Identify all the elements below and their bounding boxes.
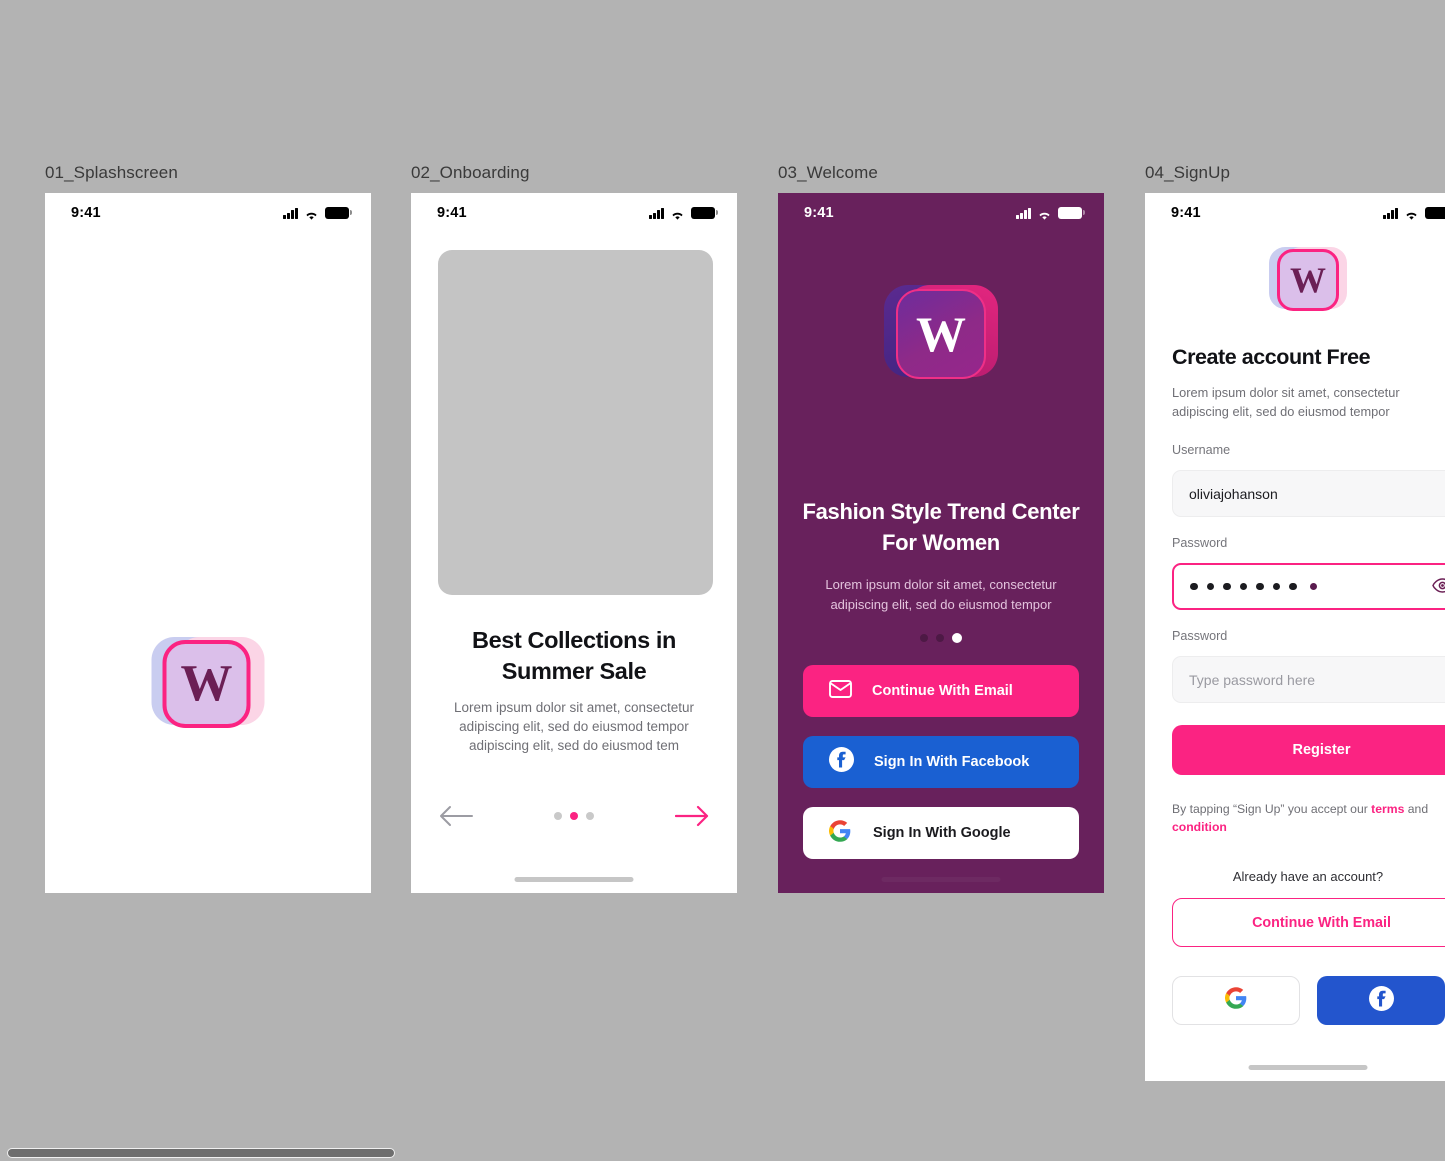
home-indicator [881, 877, 1001, 882]
app-logo: W [1269, 247, 1347, 313]
phone-frame-onboarding: 9:41 Best Collections in Summer Sale Lor… [411, 193, 737, 893]
terms-prefix: By tapping “Sign Up” you accept our [1172, 802, 1372, 816]
welcome-title: Fashion Style Trend Center For Women [802, 499, 1080, 555]
status-time: 9:41 [71, 205, 101, 221]
logo-letter: W [916, 306, 966, 362]
status-icons [649, 207, 718, 220]
arrow-right-icon[interactable] [674, 805, 709, 827]
home-indicator [514, 877, 634, 882]
continue-with-email-button[interactable]: Continue With Email [1172, 898, 1445, 947]
register-button[interactable]: Register [1172, 725, 1445, 775]
button-label: Register [1292, 742, 1351, 758]
cellular-signal-icon [283, 207, 298, 219]
google-icon [829, 819, 851, 847]
onboarding-illustration-placeholder [438, 250, 713, 595]
terms-link[interactable]: terms [1371, 802, 1404, 816]
status-icons [283, 207, 352, 220]
terms-text: By tapping “Sign Up” you accept our term… [1172, 800, 1445, 836]
phone-frame-signup: 9:41 W Create account Free Lorem ipsum d… [1145, 193, 1445, 1081]
cellular-signal-icon [1016, 207, 1031, 219]
welcome-page-dots [778, 633, 1104, 643]
password-masked-value [1190, 582, 1317, 591]
button-label: Continue With Email [872, 683, 1013, 699]
home-indicator [1248, 1065, 1368, 1070]
confirm-password-input[interactable]: Type password here [1172, 656, 1445, 703]
onboarding-page-dots [554, 812, 594, 820]
phone-frame-splashscreen: 9:41 W Fashion Store App v1.0.0 [45, 193, 371, 893]
cellular-signal-icon [649, 207, 664, 219]
button-label: Continue With Email [1252, 914, 1391, 931]
frame-label-splashscreen: 01_Splashscreen [45, 163, 178, 182]
battery-icon [1058, 207, 1085, 219]
onboarding-body: Lorem ipsum dolor sit amet, consectetur … [453, 700, 695, 753]
status-bar: 9:41 [1145, 193, 1445, 233]
page-dot-active[interactable] [570, 812, 578, 820]
facebook-icon [1368, 985, 1394, 1016]
frame-label-onboarding: 02_Onboarding [411, 163, 530, 182]
status-icons [1016, 207, 1085, 220]
password-label: Password [1172, 536, 1228, 550]
status-bar: 9:41 [778, 193, 1104, 233]
scrollbar-thumb[interactable] [7, 1148, 395, 1158]
password-input[interactable] [1172, 563, 1445, 610]
battery-icon [1425, 207, 1445, 219]
wifi-icon [304, 208, 319, 220]
status-bar: 9:41 [411, 193, 737, 233]
username-value: oliviajohanson [1189, 485, 1278, 502]
status-time: 9:41 [1171, 205, 1201, 221]
status-icons [1383, 207, 1445, 220]
frame-label-signup: 04_SignUp [1145, 163, 1231, 182]
terms-middle: and [1404, 802, 1429, 816]
sign-in-with-google-button[interactable]: Sign In With Google [803, 807, 1079, 859]
text-caret [1309, 582, 1317, 591]
google-icon [1225, 987, 1247, 1014]
app-logo: W [884, 285, 998, 381]
onboarding-nav-row [439, 805, 709, 827]
facebook-login-button[interactable] [1317, 976, 1445, 1025]
welcome-body: Lorem ipsum dolor sit amet, consectetur … [825, 577, 1057, 612]
design-canvas: 01_Splashscreen 9:41 W Fashion Store App… [0, 0, 1445, 1145]
page-dot[interactable] [554, 812, 562, 820]
wifi-icon [1404, 208, 1419, 220]
page-subtitle: Lorem ipsum dolor sit amet, consectetur … [1172, 385, 1400, 419]
social-login-row [1172, 976, 1445, 1025]
status-time: 9:41 [804, 205, 834, 221]
condition-link[interactable]: condition [1172, 820, 1227, 834]
continue-with-email-button[interactable]: Continue With Email [803, 665, 1079, 717]
button-label: Sign In With Google [873, 825, 1011, 841]
envelope-icon [829, 679, 852, 703]
logo-letter: W [180, 655, 233, 712]
status-bar: 9:41 [45, 193, 371, 233]
confirm-password-placeholder: Type password here [1189, 671, 1316, 688]
button-label: Sign In With Facebook [874, 754, 1030, 770]
cellular-signal-icon [1383, 207, 1398, 219]
wifi-icon [670, 208, 685, 220]
battery-icon [325, 207, 352, 219]
frame-label-welcome: 03_Welcome [778, 163, 878, 182]
page-dot[interactable] [586, 812, 594, 820]
already-have-account-text: Already have an account? [1232, 869, 1384, 884]
sign-in-with-facebook-button[interactable]: Sign In With Facebook [803, 736, 1079, 788]
status-time: 9:41 [437, 205, 467, 221]
confirm-password-label: Password [1172, 629, 1228, 643]
wifi-icon [1037, 208, 1052, 220]
page-dot-active[interactable] [952, 633, 962, 643]
page-dot[interactable] [936, 634, 944, 642]
app-logo: W [151, 637, 265, 729]
eye-icon[interactable] [1432, 577, 1445, 596]
onboarding-title: Best Collections in Summer Sale [472, 627, 676, 684]
phone-frame-welcome: 9:41 W Fashion Style Trend Center For Wo… [778, 193, 1104, 893]
page-title: Create account Free [1172, 345, 1371, 369]
horizontal-scrollbar[interactable] [0, 1145, 1445, 1161]
google-login-button[interactable] [1172, 976, 1300, 1025]
page-dot[interactable] [920, 634, 928, 642]
logo-letter: W [1290, 260, 1326, 300]
arrow-left-icon[interactable] [439, 805, 473, 827]
facebook-icon [829, 747, 854, 777]
username-input[interactable]: oliviajohanson [1172, 470, 1445, 517]
welcome-auth-buttons: Continue With Email Sign In With Faceboo… [803, 665, 1079, 878]
battery-icon [691, 207, 718, 219]
username-label: Username [1172, 443, 1231, 457]
